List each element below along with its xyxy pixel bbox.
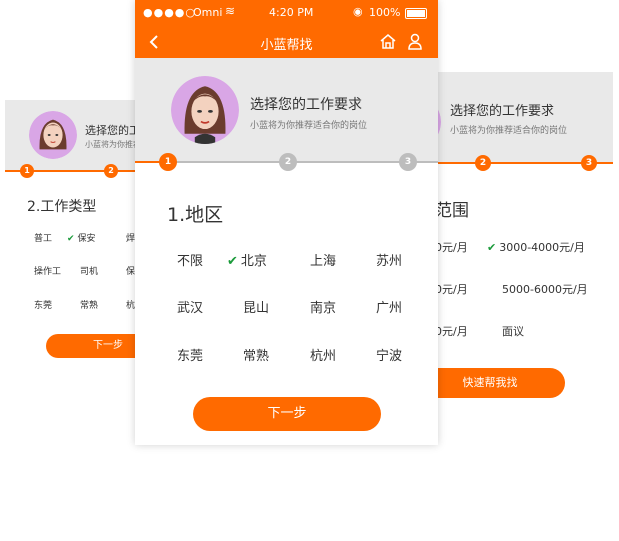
header-subtitle: 小蓝将为你推荐适合你的岗位: [250, 121, 368, 131]
option-range-1[interactable]: 0元/月: [435, 239, 468, 255]
option-caozuogong[interactable]: 操作工: [34, 264, 61, 277]
option-beijing[interactable]: ✔ 北京: [227, 250, 267, 269]
header-title: 选择您的工作要求: [450, 104, 555, 119]
option-baoan[interactable]: ✔ 保安: [67, 231, 96, 244]
step-2: 2: [475, 155, 491, 171]
section-title: 2.工作类型: [27, 199, 97, 215]
avatar: [29, 111, 77, 159]
header-subtitle: 小蓝将为你推荐适合你的岗位: [450, 126, 568, 136]
option-dongguan[interactable]: 东莞: [34, 298, 52, 311]
option-suzhou[interactable]: 苏州: [376, 250, 402, 269]
region-screen: ●●●●○ Omni ≋ 4:20 PM ◉ 100% 小蓝帮找 选择您的工作要…: [135, 0, 438, 445]
option-buxian[interactable]: 不限: [177, 250, 203, 269]
profile-header: 选择您的工作要求 小蓝将为你推荐适合你的岗位: [135, 58, 438, 163]
home-icon[interactable]: [379, 33, 397, 50]
option-range-2[interactable]: 0元/月: [435, 281, 468, 297]
step-2: 2: [104, 164, 118, 178]
lock-rotation-icon: ◉: [353, 5, 363, 18]
nav-bar: 小蓝帮找: [135, 26, 438, 58]
avatar-illustration: [171, 76, 239, 144]
avatar: [171, 76, 239, 144]
signal-icon: ●●●●○: [143, 6, 196, 19]
check-icon: ✔: [487, 241, 497, 254]
option-shanghai[interactable]: 上海: [310, 250, 336, 269]
header-title: 选择您的工作要求: [250, 97, 362, 113]
option-wuhan[interactable]: 武汉: [177, 297, 203, 316]
option-changshu[interactable]: 常熟: [80, 298, 98, 311]
battery-icon: [405, 8, 427, 19]
option-putong[interactable]: 普工: [34, 231, 52, 244]
step-1: 1: [159, 153, 177, 171]
stage: 选择您的工作要求 小蓝将为你推荐适合你的岗位 1 2 2.工作类型 普工 ✔保安…: [0, 0, 619, 541]
option-range-3000-4000[interactable]: ✔ 3000-4000元/月: [487, 239, 585, 255]
check-icon: ✔: [227, 254, 238, 269]
option-label: 北京: [240, 254, 267, 269]
option-siji[interactable]: 司机: [80, 264, 98, 277]
option-nanjing[interactable]: 南京: [310, 297, 336, 316]
avatar-illustration: [29, 111, 77, 159]
carrier-name: Omni: [193, 6, 223, 19]
option-negotiable[interactable]: 面议: [502, 323, 524, 339]
status-time: 4:20 PM: [269, 6, 314, 19]
option-label: 保安: [77, 234, 96, 244]
step-3: 3: [399, 153, 417, 171]
section-title: 范围: [435, 201, 469, 221]
step-3: 3: [581, 155, 597, 171]
status-bar: ●●●●○ Omni ≋ 4:20 PM ◉ 100%: [135, 0, 438, 26]
option-hangzhou[interactable]: 杭州: [310, 345, 336, 364]
option-ningbo[interactable]: 宁波: [376, 345, 402, 364]
option-changshu[interactable]: 常熟: [243, 345, 269, 364]
step-1: 1: [20, 164, 34, 178]
option-hang[interactable]: 杭: [126, 298, 135, 311]
check-icon: ✔: [67, 234, 75, 244]
option-kunshan[interactable]: 昆山: [243, 297, 269, 316]
option-dongguan[interactable]: 东莞: [177, 345, 203, 364]
option-guangzhou[interactable]: 广州: [376, 297, 402, 316]
battery-level: 100%: [369, 6, 401, 19]
option-bao[interactable]: 保: [126, 264, 135, 277]
step-2: 2: [279, 153, 297, 171]
option-range-5000-6000[interactable]: 5000-6000元/月: [502, 281, 588, 297]
user-icon[interactable]: [407, 33, 423, 50]
option-label: 3000-4000元/月: [499, 241, 585, 254]
option-range-3[interactable]: 0元/月: [435, 323, 468, 339]
section-title: 1.地区: [167, 204, 224, 226]
option-han[interactable]: 焊: [126, 231, 135, 244]
wifi-icon: ≋: [225, 4, 236, 18]
next-button[interactable]: 下一步: [193, 397, 381, 431]
